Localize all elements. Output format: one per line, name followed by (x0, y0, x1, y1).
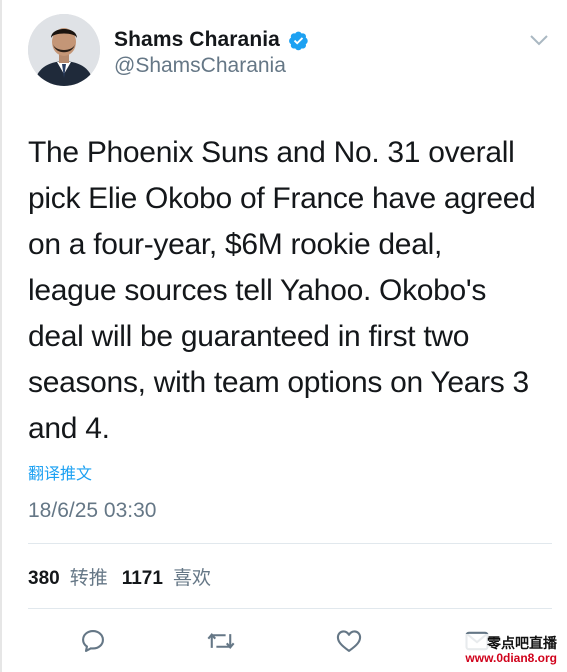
divider (28, 608, 552, 609)
tweet-text: The Phoenix Suns and No. 31 overall pick… (28, 136, 536, 445)
watermark-url: www.0dian8.org (465, 651, 557, 665)
watermark-text: 零点吧直播 (487, 635, 557, 651)
like-count[interactable]: 1171 (122, 568, 163, 590)
retweet-icon (207, 633, 235, 649)
like-button[interactable] (333, 625, 365, 657)
reply-icon (82, 630, 104, 652)
tweet-card: Shams Charania @ShamsCharania The Phoeni… (0, 0, 567, 672)
retweet-button[interactable] (205, 625, 237, 657)
engagement-stats: 380 转推 1171 喜欢 (28, 563, 215, 590)
retweet-label[interactable]: 转推 (70, 563, 108, 590)
author-handle[interactable]: @ShamsCharania (114, 54, 286, 78)
avatar[interactable] (28, 14, 100, 86)
profile-photo-icon (28, 14, 100, 86)
author-name-row[interactable]: Shams Charania (114, 28, 309, 52)
like-label[interactable]: 喜欢 (173, 563, 211, 590)
tweet-timestamp[interactable]: 18/6/25 03:30 (28, 499, 156, 523)
reply-button[interactable] (77, 625, 109, 657)
chevron-down-icon[interactable] (529, 33, 549, 47)
author-name[interactable]: Shams Charania (114, 28, 280, 52)
retweet-count[interactable]: 380 (28, 568, 60, 590)
verified-badge-icon (289, 31, 308, 50)
translate-tweet-link[interactable]: 翻译推文 (28, 460, 92, 484)
divider (28, 543, 552, 544)
site-watermark: 零点吧直播 www.0dian8.org (461, 634, 561, 668)
like-icon (336, 630, 362, 652)
